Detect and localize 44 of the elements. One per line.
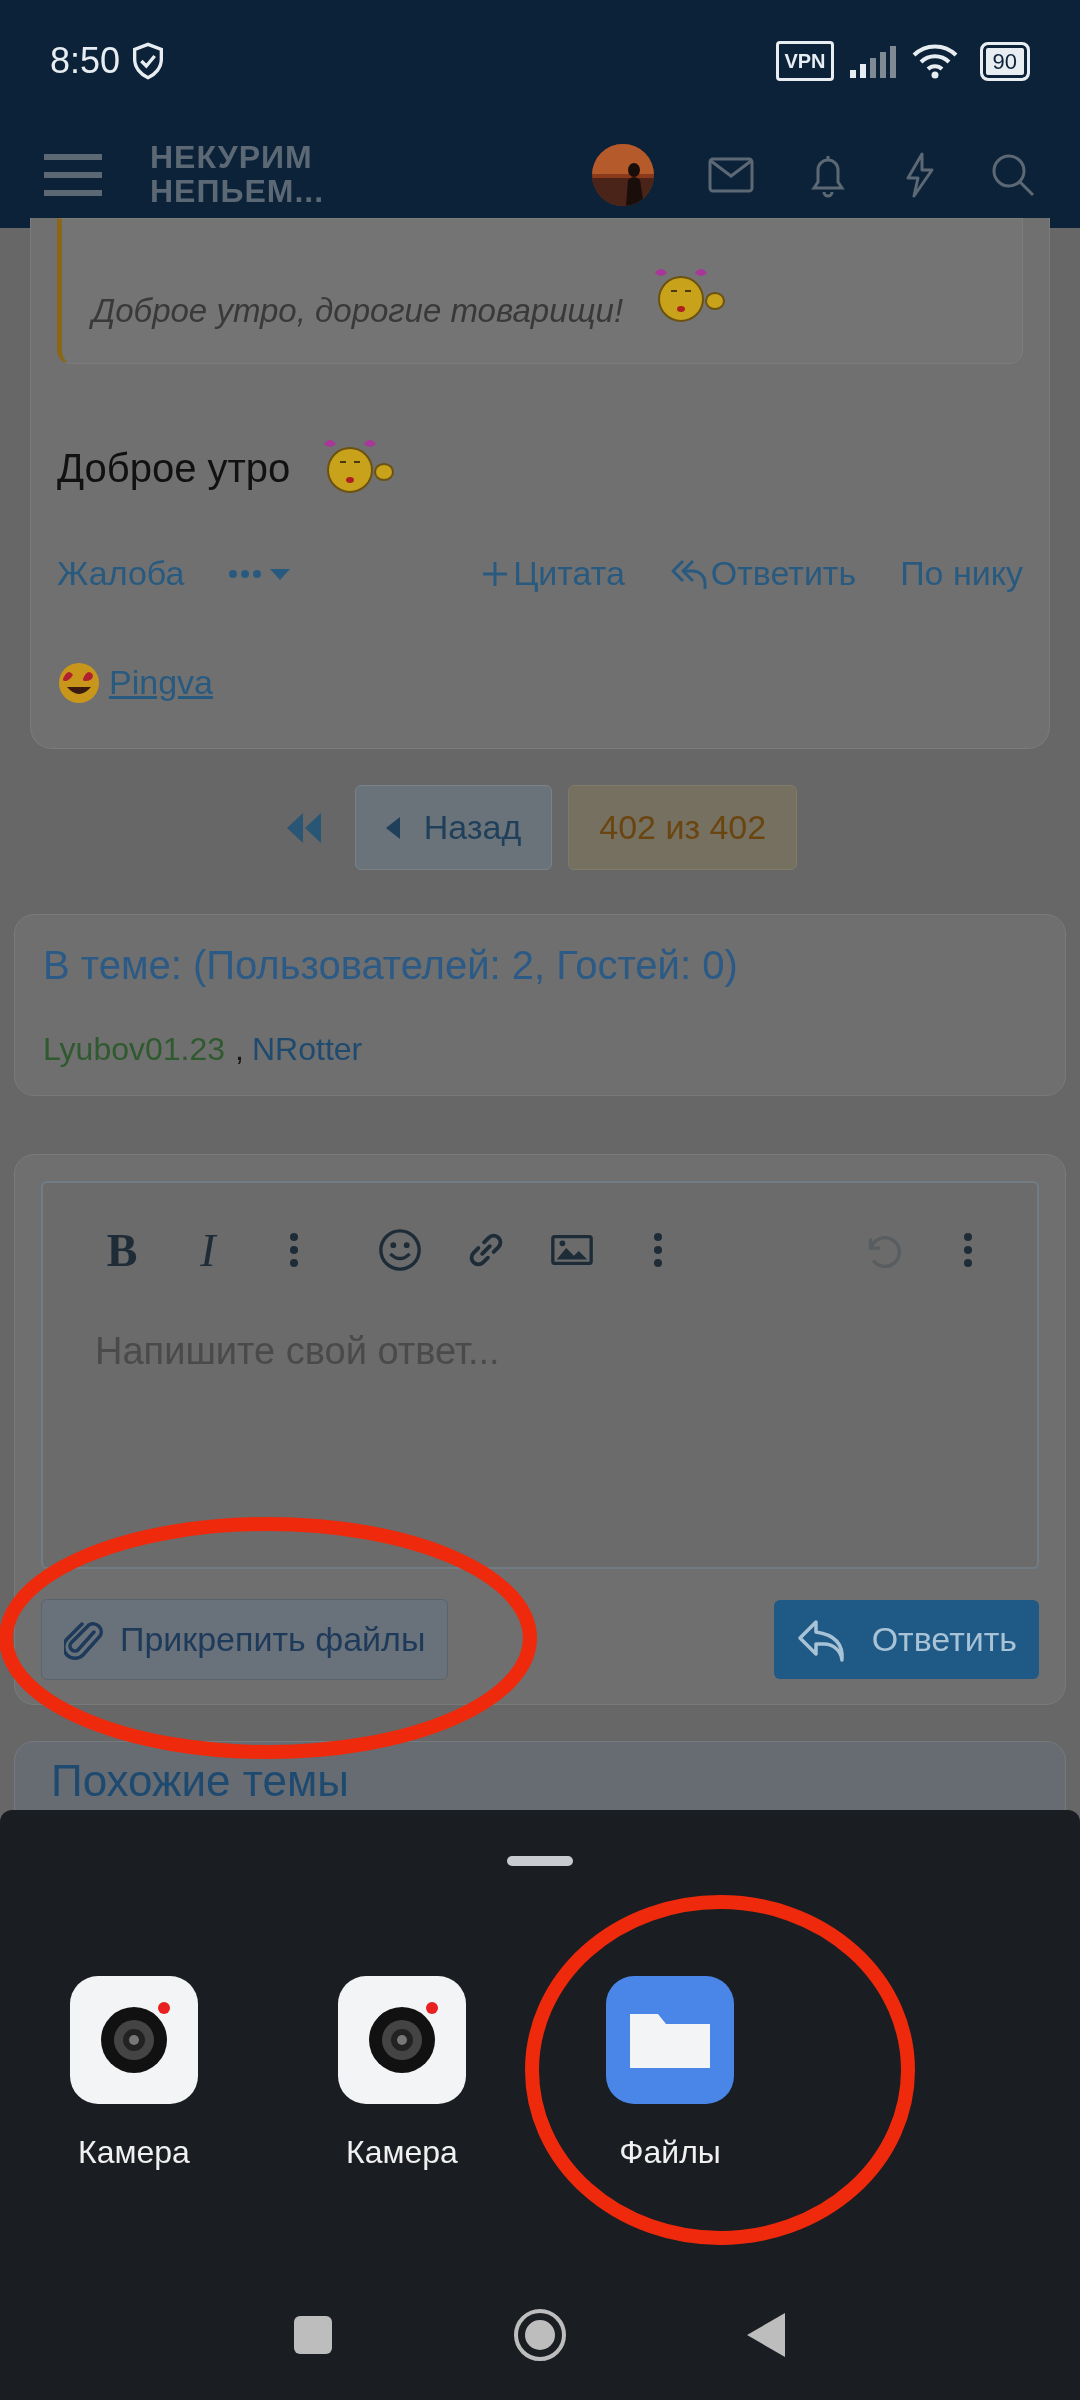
italic-button[interactable]: I bbox=[179, 1221, 237, 1279]
plus-icon bbox=[481, 559, 510, 588]
app-launcher[interactable]: Камера bbox=[44, 1976, 224, 2176]
app-launcher[interactable]: Камера bbox=[312, 1976, 492, 2176]
attach-files-button[interactable]: Прикрепить файлы bbox=[41, 1599, 449, 1680]
post-text: Доброе утро bbox=[57, 445, 291, 492]
recents-nav-icon[interactable] bbox=[293, 2315, 333, 2355]
back-nav-icon[interactable] bbox=[747, 2313, 787, 2357]
reply-link[interactable]: Ответить bbox=[668, 548, 857, 599]
quote-button[interactable]: Цитата bbox=[481, 548, 625, 599]
search-icon[interactable] bbox=[990, 152, 1036, 198]
dots-icon bbox=[228, 568, 263, 579]
signal-icon bbox=[849, 44, 896, 78]
heart-eyes-emoji-icon bbox=[57, 660, 101, 705]
more-vertical-icon bbox=[963, 1232, 973, 1268]
more-vertical-icon bbox=[653, 1232, 663, 1268]
home-nav-icon[interactable] bbox=[513, 2308, 567, 2362]
camera-app-icon bbox=[338, 1976, 466, 2104]
submit-reply-button[interactable]: Ответить bbox=[773, 1600, 1039, 1679]
back-button[interactable]: Назад bbox=[354, 785, 553, 870]
camera-app-icon bbox=[70, 1976, 198, 2104]
folder-app-icon bbox=[606, 1976, 734, 2104]
caret-icon bbox=[270, 566, 291, 581]
user-link[interactable]: NRotter bbox=[251, 1025, 363, 1073]
separator-text: , bbox=[235, 1030, 244, 1069]
online-title[interactable]: В теме: (Пользователей: 2, Гостей: 0) bbox=[43, 935, 1037, 995]
smiley-icon bbox=[377, 1227, 423, 1273]
caret-left-icon bbox=[385, 816, 400, 839]
clock-time: 8:50 bbox=[50, 39, 121, 83]
section-title: Похожие темы bbox=[51, 1755, 350, 1807]
vpn-indicator: VPN bbox=[776, 41, 834, 81]
user-link[interactable]: Lyubov01.23 bbox=[43, 1025, 226, 1073]
site-logo[interactable]: НЕКУРИМ НЕПЬЕМ... bbox=[150, 141, 325, 209]
wifi-icon bbox=[911, 43, 958, 79]
reactor-link[interactable]: Pingva bbox=[109, 657, 213, 708]
battery-indicator: 90 bbox=[979, 41, 1030, 81]
more-vertical-icon bbox=[289, 1232, 299, 1268]
menu-icon[interactable] bbox=[44, 152, 102, 198]
page-position: 402 из 402 bbox=[568, 785, 798, 870]
action-link[interactable]: По нику bbox=[900, 548, 1023, 599]
drag-handle[interactable] bbox=[507, 1856, 573, 1866]
bold-button[interactable]: B bbox=[93, 1221, 151, 1279]
mail-icon[interactable] bbox=[708, 157, 754, 193]
action-link[interactable]: Жалоба bbox=[57, 548, 185, 599]
